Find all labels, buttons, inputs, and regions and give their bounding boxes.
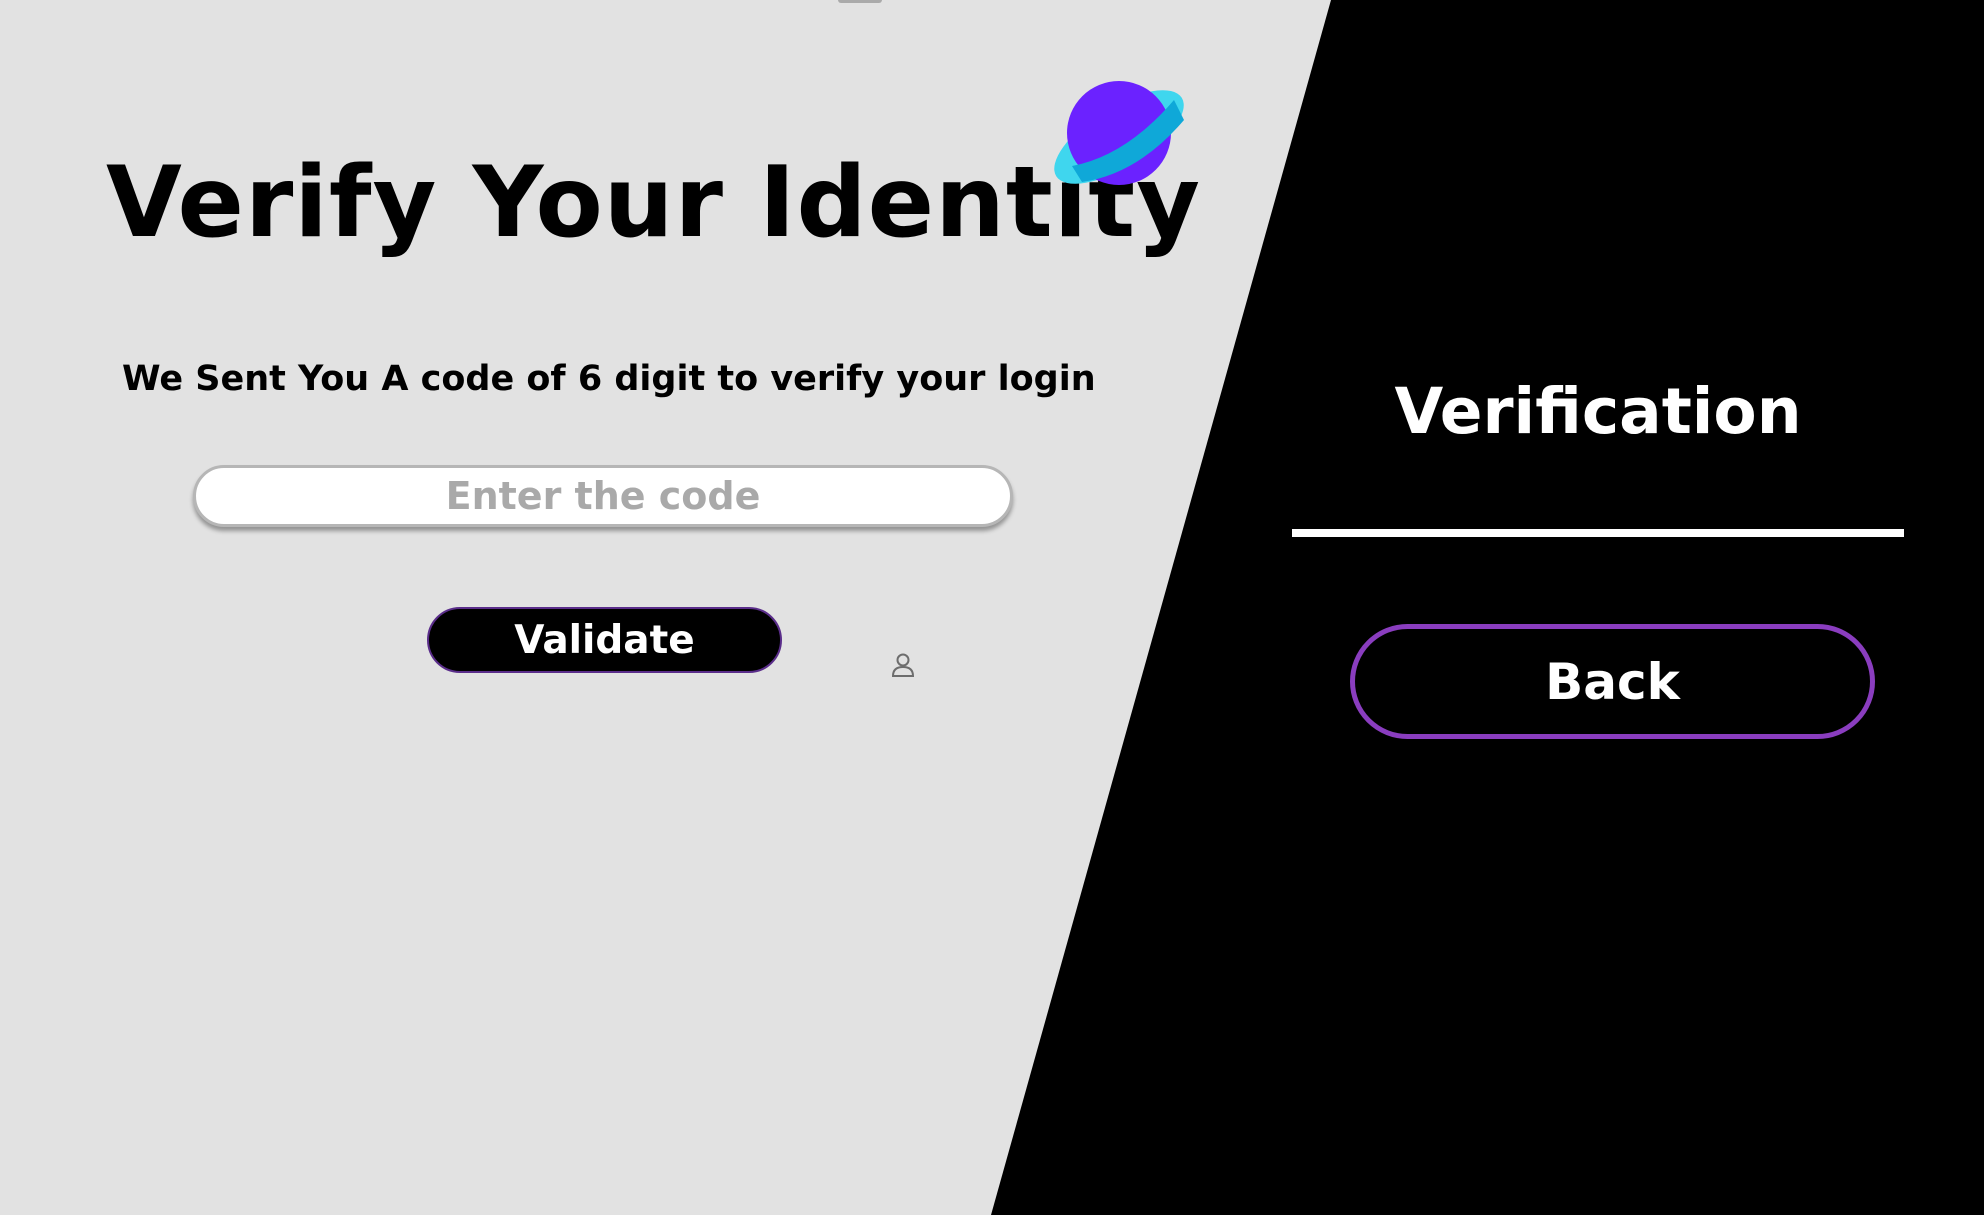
- heading-divider: [1292, 529, 1904, 537]
- back-button[interactable]: Back: [1350, 624, 1875, 739]
- validate-button[interactable]: Validate: [427, 607, 782, 673]
- page-title: Verify Your Identity: [106, 146, 1202, 260]
- verification-heading: Verification: [1394, 375, 1802, 448]
- top-divider-mark: [838, 0, 882, 3]
- user-icon: [891, 652, 915, 678]
- code-sent-message: We Sent You A code of 6 digit to verify …: [122, 359, 1096, 399]
- planet-icon: [1046, 70, 1192, 204]
- verification-page: Verify Your Identity We Sent You A code …: [0, 0, 1984, 1215]
- code-input[interactable]: [193, 465, 1013, 527]
